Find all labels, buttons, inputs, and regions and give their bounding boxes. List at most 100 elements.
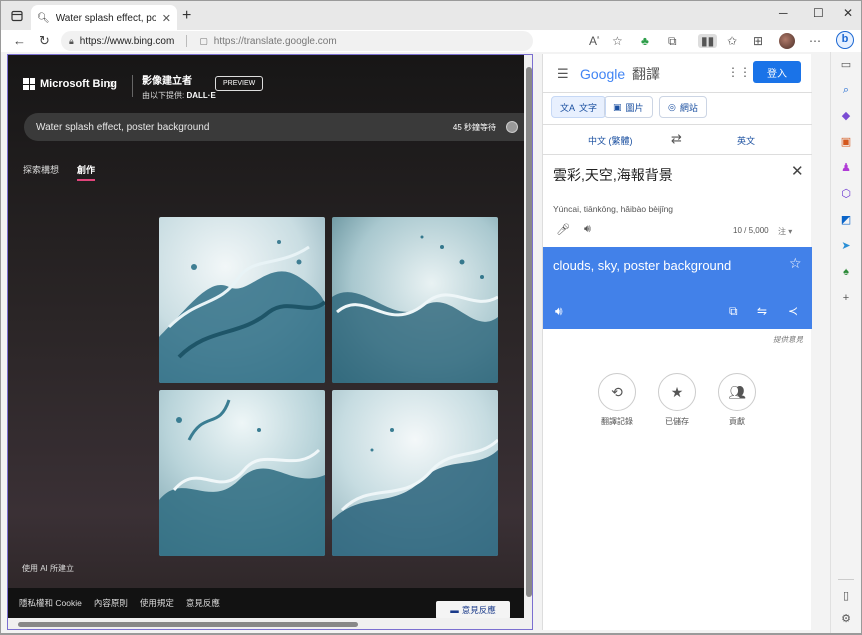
sidebar-add-icon[interactable]: + — [839, 291, 853, 305]
mode-images-label: 圖片 — [625, 102, 644, 113]
swap-languages-icon[interactable]: ⇄ — [671, 131, 682, 147]
refresh-icon[interactable]: ↻ — [39, 33, 50, 49]
send-feedback-link[interactable]: 提供意見 — [773, 334, 803, 345]
read-aloud-icon[interactable]: Aᵃ — [589, 34, 599, 48]
back-icon[interactable]: ← — [13, 33, 26, 48]
feedback-button-label: 意見反應 — [461, 605, 496, 615]
translate-text-icon: 文A — [560, 102, 576, 113]
saved-label: 已儲存 — [665, 417, 689, 426]
microsoft-bing-logo[interactable]: Microsoft Bing — [23, 78, 117, 90]
bing-logo-text: Microsoft Bing — [40, 78, 117, 90]
more-menu-icon[interactable]: ⋯ — [809, 34, 821, 48]
new-tab-button[interactable]: + — [182, 7, 191, 25]
tab-close-icon[interactable]: ✕ — [162, 12, 171, 25]
close-window-icon[interactable]: ✕ — [843, 6, 853, 20]
feedback-button[interactable]: ▬ 意見反應 — [436, 601, 510, 619]
footer-link-feedback[interactable]: 意見反應 — [186, 597, 220, 609]
boost-coin-icon[interactable] — [506, 121, 518, 133]
sidebar-search-icon[interactable]: ⌕ — [839, 83, 853, 97]
source-speaker-icon[interactable]: 🔊︎ — [584, 223, 591, 236]
note-dropdown[interactable]: 注 ▾ — [778, 226, 792, 237]
tab-title: Water splash effect, poster background — [55, 12, 156, 24]
mode-websites-button[interactable]: ◎ 網站 — [659, 96, 707, 118]
tab-create[interactable]: 創作 — [77, 163, 96, 181]
url-primary: https://www.bing.com — [79, 35, 175, 47]
sidebar-page-icon[interactable]: ▭ — [839, 58, 853, 72]
evernote-extension-icon[interactable]: ♣ — [641, 34, 649, 48]
url-separator — [186, 35, 188, 47]
contribute-people-icon[interactable]: 👥︎ — [718, 373, 756, 411]
sidebar-tree-icon[interactable]: ♠ — [839, 265, 853, 279]
sidebar-games-icon[interactable]: ♟ — [839, 161, 853, 175]
split-screen-icon[interactable]: ▮▮ — [698, 34, 718, 48]
generated-image-4[interactable] — [332, 390, 498, 556]
bing-image-creator-pane: Microsoft Bing ⌕ 影像建立者 由以下提供: DALL·E PRE… — [7, 54, 533, 630]
source-text-input[interactable]: 雲彩,天空,海報背景 — [553, 165, 673, 185]
prompt-input[interactable]: Water splash effect, poster background 4… — [24, 113, 530, 141]
creator-title: 影像建立者 — [142, 76, 192, 87]
mode-text-button[interactable]: 文A 文字 — [551, 96, 607, 118]
sidebar-settings-icon[interactable]: ⚙ — [839, 612, 853, 626]
bing-copilot-icon[interactable]: b — [836, 31, 854, 49]
saved-star-icon[interactable]: ★ — [658, 373, 696, 411]
lock-icon[interactable]: 🔒︎ — [69, 36, 74, 47]
clear-source-icon[interactable]: ✕ — [791, 162, 804, 180]
save-translation-star-icon[interactable]: ☆ — [789, 255, 802, 272]
search-icon[interactable]: ⌕ — [107, 75, 115, 92]
generated-image-3[interactable] — [159, 390, 325, 556]
note-label: 注 — [778, 227, 786, 236]
minimize-icon[interactable]: ─ — [779, 6, 788, 20]
preview-badge: PREVIEW — [215, 76, 264, 91]
profile-avatar[interactable] — [779, 33, 795, 49]
divider — [543, 124, 812, 125]
prompt-text[interactable]: Water splash effect, poster background — [36, 122, 453, 133]
google-translate-pane: ☰ Google 翻譯 ⋮⋮⋮ 登入 文A 文字 ▣ 圖片 ◎ 網站 中文 (繁… — [542, 54, 812, 630]
footer-link-privacy[interactable]: 隱私權和 Cookie — [19, 597, 82, 609]
microphone-icon[interactable]: 🎤︎ — [556, 223, 570, 236]
hamburger-menu-icon[interactable]: ☰ — [557, 66, 569, 82]
horizontal-scrollbar[interactable] — [8, 618, 532, 629]
history-icon[interactable]: ⟲ — [598, 373, 636, 411]
favorites-icon[interactable]: ✩ — [727, 34, 737, 48]
tab-actions-icon[interactable] — [11, 10, 23, 22]
favorite-add-icon[interactable]: ☆ — [612, 34, 623, 48]
output-speaker-icon[interactable]: 🔊︎ — [555, 304, 563, 319]
collections-icon[interactable]: ⊞ — [753, 34, 763, 48]
vertical-scroll-thumb[interactable] — [526, 67, 532, 597]
image-creator-title: 影像建立者 由以下提供: DALL·E — [142, 72, 216, 101]
copy-icon[interactable]: ⧉ — [729, 304, 738, 319]
sidebar-hide-icon[interactable]: ▯ — [839, 589, 853, 603]
source-language-selector[interactable]: 中文 (繁體) — [588, 134, 633, 147]
address-toolbar: ← ↻ 🔒︎ https://www.bing.com ▢ https://tr… — [0, 30, 862, 52]
header-divider — [132, 75, 133, 97]
generated-image-grid — [159, 217, 499, 557]
sign-in-button[interactable]: 登入 — [753, 61, 801, 83]
tab-explore[interactable]: 探索構想 — [23, 163, 59, 181]
sidebar-shopping-icon[interactable]: ◆ — [839, 109, 853, 123]
contribute-label: 貢獻 — [729, 417, 745, 426]
globe-icon: ◎ — [668, 101, 676, 112]
google-translate-logo[interactable]: Google 翻譯 — [580, 64, 660, 84]
generated-image-1[interactable] — [159, 217, 325, 383]
sidebar-office-icon[interactable]: ⬡ — [839, 187, 853, 201]
horizontal-scroll-thumb[interactable] — [18, 622, 358, 627]
generated-image-2[interactable] — [332, 217, 498, 383]
vertical-scrollbar[interactable] — [524, 55, 532, 618]
sidebar-outlook-icon[interactable]: ◩ — [839, 213, 853, 227]
mode-images-button[interactable]: ▣ 圖片 — [604, 96, 653, 118]
restore-icon[interactable]: ☐ — [813, 6, 824, 20]
share-icon[interactable]: ≺ — [788, 304, 798, 318]
sidebar-send-icon[interactable]: ➤ — [839, 239, 853, 253]
extensions-icon[interactable]: ⧉ — [668, 34, 677, 49]
sidebar-tools-icon[interactable]: ▣ — [839, 135, 853, 149]
creator-tabs: 探索構想 創作 — [23, 163, 96, 181]
target-language-selector[interactable]: 英文 — [737, 134, 755, 147]
browser-tab-active[interactable]: 🔍︎ Water splash effect, poster backgroun… — [31, 5, 177, 31]
address-bar[interactable]: 🔒︎ https://www.bing.com ▢ https://transl… — [61, 31, 533, 51]
creator-subtitle: 由以下提供: DALL·E — [142, 90, 216, 101]
history-label: 翻譯記錄 — [601, 417, 633, 426]
footer-link-content-policy[interactable]: 內容原則 — [94, 597, 128, 609]
rate-translation-icon[interactable]: ⇋ — [757, 304, 767, 318]
footer-link-terms[interactable]: 使用規定 — [140, 597, 174, 609]
bing-search-favicon-icon: 🔍︎ — [37, 12, 50, 24]
